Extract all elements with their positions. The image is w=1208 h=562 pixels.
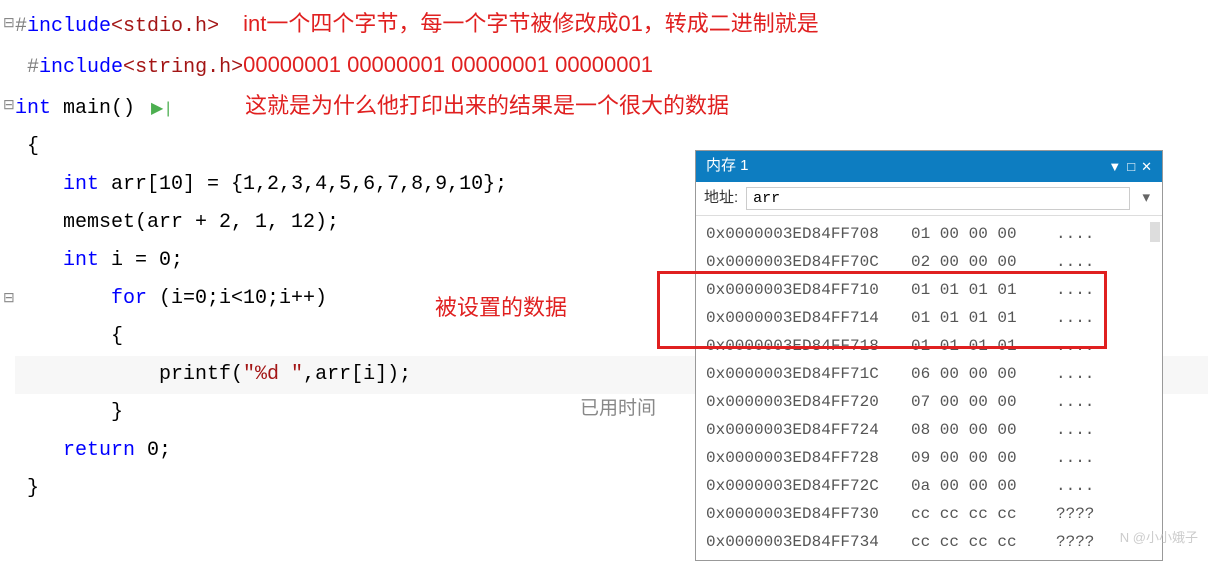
close-icon[interactable]: ✕: [1141, 157, 1152, 177]
code-line-2: #include<string.h>00000001 00000001 0000…: [15, 46, 1208, 87]
memory-title-text: 内存 1: [706, 155, 749, 178]
memory-row: 0x0000003ED84FF71001 01 01 01....: [696, 276, 1162, 304]
annotation-2: 00000001 00000001 00000001 00000001: [243, 52, 653, 77]
code-line-1: ⊟#include<stdio.h> int一个四个字节，每一个字节被修改成01…: [15, 5, 1208, 46]
play-icon[interactable]: ▶|: [151, 100, 173, 118]
memory-row: 0x0000003ED84FF72007 00 00 00....: [696, 388, 1162, 416]
code-line-3: ⊟int main() ▶| 这就是为什么他打印出来的结果是一个很大的数据: [15, 87, 1208, 128]
memory-row: 0x0000003ED84FF734cc cc cc cc????: [696, 528, 1162, 556]
address-dropdown-icon[interactable]: ▾: [1138, 187, 1154, 210]
memory-row: 0x0000003ED84FF730cc cc cc cc????: [696, 500, 1162, 528]
address-input[interactable]: [746, 187, 1130, 210]
memory-row: 0x0000003ED84FF70801 00 00 00....: [696, 220, 1162, 248]
scrollbar[interactable]: [1150, 222, 1160, 242]
memory-row: 0x0000003ED84FF71401 01 01 01....: [696, 304, 1162, 332]
address-label: 地址:: [704, 187, 738, 210]
elapsed-time-label: 已用时间: [580, 393, 656, 420]
memory-row: 0x0000003ED84FF71C06 00 00 00....: [696, 360, 1162, 388]
memory-address-row: 地址: ▾: [696, 182, 1162, 216]
memory-row: 0x0000003ED84FF72809 00 00 00....: [696, 444, 1162, 472]
memory-row: 0x0000003ED84FF72C0a 00 00 00....: [696, 472, 1162, 500]
dropdown-icon[interactable]: ▼: [1108, 157, 1121, 177]
maximize-icon[interactable]: □: [1127, 157, 1135, 177]
watermark: N @小小娥子: [1120, 527, 1198, 546]
annotation-3: 这就是为什么他打印出来的结果是一个很大的数据: [245, 93, 729, 118]
memory-panel: 内存 1 ▼ □ ✕ 地址: ▾ 0x0000003ED84FF70801 00…: [695, 150, 1163, 561]
memory-row: 0x0000003ED84FF71801 01 01 01....: [696, 332, 1162, 360]
memory-panel-title: 内存 1 ▼ □ ✕: [696, 151, 1162, 182]
memory-row: 0x0000003ED84FF72408 00 00 00....: [696, 416, 1162, 444]
memory-rows: 0x0000003ED84FF70801 00 00 00....0x00000…: [696, 216, 1162, 560]
annotation-1: int一个四个字节，每一个字节被修改成01，转成二进制就是: [243, 11, 819, 36]
set-data-label: 被设置的数据: [435, 290, 567, 322]
memory-row: 0x0000003ED84FF70C02 00 00 00....: [696, 248, 1162, 276]
